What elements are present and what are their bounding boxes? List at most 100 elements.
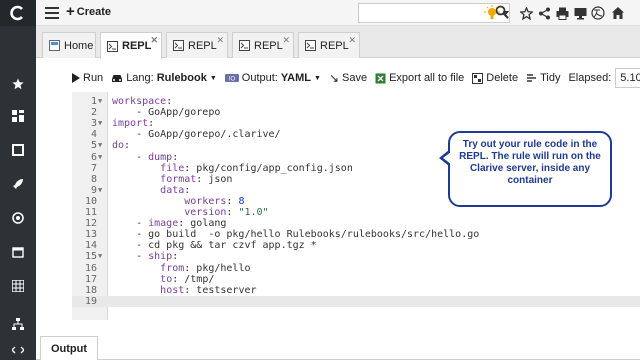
fold-toggle-icon[interactable]: ▼ xyxy=(98,185,108,196)
code-text: data: xyxy=(160,184,191,196)
rocket-icon[interactable] xyxy=(0,172,36,196)
terminal-icon xyxy=(305,40,316,51)
export-label: Export all to file xyxy=(389,72,465,84)
code-text: - cd pkg && tar czvf app.tgz * xyxy=(112,240,317,252)
delete-icon xyxy=(472,72,484,84)
code-text: - dump: xyxy=(112,151,179,163)
collapse-arrows-icon[interactable] xyxy=(0,338,36,360)
tab-repl[interactable]: REPL ✕ xyxy=(298,32,360,58)
tidy-button[interactable]: Tidy xyxy=(526,72,560,84)
chevron-down-icon: ▼ xyxy=(209,74,217,82)
terminal-icon xyxy=(173,40,184,51)
line-number: 14 xyxy=(84,240,97,252)
output-label: Output: xyxy=(241,72,278,84)
close-tab-icon[interactable]: ✕ xyxy=(150,35,158,46)
line-number: 16 xyxy=(84,262,97,274)
create-label: Create xyxy=(76,6,112,18)
tab-label: REPL xyxy=(122,40,152,52)
elapsed-label: Elapsed: xyxy=(568,72,612,84)
top-bar: + Create xyxy=(36,0,640,26)
fold-toggle-icon[interactable]: ▼ xyxy=(98,96,108,107)
fold-toggle-icon[interactable]: ▼ xyxy=(98,152,108,163)
save-icon: ↘ xyxy=(328,71,340,85)
square-icon[interactable] xyxy=(0,138,36,162)
tab-home[interactable]: Home xyxy=(42,32,96,58)
line-number: 19 xyxy=(84,295,97,307)
share-icon[interactable] xyxy=(536,5,552,21)
fold-toggle-icon[interactable]: ▼ xyxy=(98,118,108,129)
line-number: 8 xyxy=(90,173,97,185)
code-line[interactable]: 19 xyxy=(72,295,640,307)
line-number: 2 xyxy=(90,107,97,119)
code-text: - GoApp/gorepo/.clarive/ xyxy=(112,129,281,141)
line-number: 12 xyxy=(84,218,97,230)
fold-toggle-icon[interactable]: ▼ xyxy=(98,140,108,151)
line-number: 18 xyxy=(84,284,97,296)
line-number: 1 xyxy=(90,96,97,107)
close-tab-icon[interactable]: ✕ xyxy=(216,35,224,46)
code-text: host: testserver xyxy=(160,284,257,296)
sitemap-icon[interactable] xyxy=(0,312,36,336)
lang-label: Lang: xyxy=(126,72,154,84)
tab-label: Home xyxy=(64,39,94,52)
clarive-logo[interactable] xyxy=(0,0,36,26)
tab-repl[interactable]: REPL ✕ xyxy=(166,32,228,58)
calendar-icon[interactable] xyxy=(0,240,36,264)
tab-label: REPL xyxy=(254,39,283,52)
code-text: - GoApp/gorepo xyxy=(112,107,221,119)
monitor-icon[interactable] xyxy=(572,5,588,21)
lightbulb-icon[interactable] xyxy=(484,5,500,21)
grid-icon[interactable] xyxy=(0,274,36,298)
run-button[interactable]: Run xyxy=(72,72,103,84)
repl-toolbar: Run Lang: Rulebook ▼ IO Output: YAML ▼ ↘… xyxy=(72,66,640,90)
code-text: version: "1.0" xyxy=(184,207,269,218)
save-button[interactable]: ↘ Save xyxy=(329,71,367,85)
code-text: - go build -o pkg/hello Rulebooks/rulebo… xyxy=(112,229,480,241)
elapsed-value: 5.1074 xyxy=(615,68,640,88)
code-text: import: xyxy=(112,118,155,130)
star-icon[interactable] xyxy=(0,72,36,96)
close-tab-icon[interactable]: ✕ xyxy=(348,35,356,46)
tab-repl-active[interactable]: REPL ✕ xyxy=(100,32,162,59)
line-number: 9 xyxy=(90,184,97,196)
line-number: 17 xyxy=(84,273,97,285)
code-text: from: pkg/hello xyxy=(160,262,251,274)
home-icon[interactable] xyxy=(610,5,626,21)
tab-bar: Home REPL ✕ REPL ✕ REPL ✕ REPL ✕ xyxy=(36,26,640,59)
save-label: Save xyxy=(342,72,368,84)
print-icon[interactable] xyxy=(554,5,570,21)
dashboard-icon[interactable] xyxy=(0,104,36,128)
code-text: - ship: xyxy=(112,251,179,263)
target-icon[interactable] xyxy=(0,206,36,230)
code-text: to: /tmp/ xyxy=(160,273,215,285)
favorite-star-icon[interactable] xyxy=(518,5,534,21)
export-button[interactable]: Export all to file xyxy=(375,72,464,84)
export-icon xyxy=(375,73,386,83)
delete-label: Delete xyxy=(486,72,519,84)
code-text: - image: golang xyxy=(112,218,227,230)
line-number: 15 xyxy=(84,251,97,263)
chevron-down-icon: ▼ xyxy=(314,74,321,82)
tab-repl[interactable]: REPL ✕ xyxy=(232,32,294,58)
code-text: format: json xyxy=(160,173,233,185)
tab-output[interactable]: Output xyxy=(40,336,98,360)
terminal-icon xyxy=(107,40,118,52)
hamburger-menu-icon[interactable] xyxy=(44,5,60,21)
line-number: 5 xyxy=(90,140,97,152)
language-select[interactable]: Lang: Rulebook ▼ xyxy=(111,72,217,84)
fold-toggle-icon[interactable]: ▼ xyxy=(98,251,108,262)
create-button[interactable]: + Create xyxy=(66,4,112,19)
delete-button[interactable]: Delete xyxy=(472,72,518,84)
language-icon[interactable] xyxy=(590,5,606,21)
output-format-select[interactable]: IO Output: YAML ▼ xyxy=(224,72,321,84)
line-number: 4 xyxy=(90,129,97,141)
line-number: 6 xyxy=(90,151,97,163)
output-format-icon: IO xyxy=(224,74,239,83)
close-tab-icon[interactable]: ✕ xyxy=(282,35,290,46)
lang-value: Rulebook xyxy=(156,72,207,84)
tidy-label: Tidy xyxy=(540,72,561,84)
lightbulb-dropdown-icon[interactable] xyxy=(502,5,510,21)
svg-text:IO: IO xyxy=(229,77,236,83)
tab-label: REPL xyxy=(188,39,217,52)
output-value: YAML xyxy=(280,72,312,84)
